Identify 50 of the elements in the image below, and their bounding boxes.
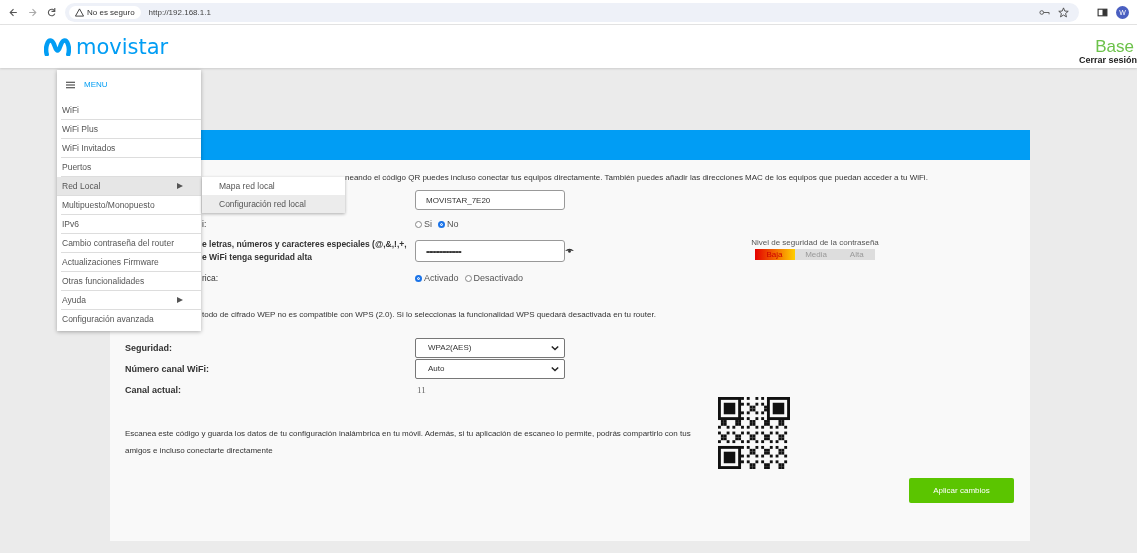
menu-item[interactable]: WiFi Plus: [61, 120, 201, 139]
qr-description: Escanea este código y guarda los datos de tu configuración inalámbrica en tu móvil. Además, si tu aplicación de escaneo lo permite, podrás compartirlo con tus amigos e incluso conectarte directamente: [125, 428, 692, 457]
menu-item[interactable]: Actualizaciones Firmware: [61, 253, 201, 272]
intro-text: neando el código QR puedes incluso conectar tus equipos directamente. También puedes añadir las direcciones MAC de los equipos que puedan acceder a tu WiFi.: [345, 173, 929, 182]
field-label: rica:: [202, 273, 219, 283]
radio-option[interactable]: Activado: [415, 273, 459, 283]
wep-note: todo de cifrado WEP no es compatible con WPS (2.0). Si lo seleccionas la funcionalidad WPS quedará desactivada en tu router.: [202, 310, 657, 319]
network-name-field[interactable]: MOVISTAR_7E20: [415, 190, 565, 210]
qr-code: [718, 397, 790, 469]
star-icon[interactable]: [1058, 6, 1069, 18]
chevron-down-icon[interactable]: [551, 365, 559, 372]
radio-option[interactable]: Si: [415, 219, 432, 229]
dropdown[interactable]: WPA2(AES): [415, 337, 565, 358]
logout-link[interactable]: Cerrar sesión: [1078, 55, 1137, 65]
address-bar[interactable]: No es seguro http://192.168.1.1: [65, 2, 1079, 22]
menu-title: MENU: [84, 80, 108, 89]
menu-item[interactable]: WiFi Invitados: [61, 139, 201, 158]
warning-icon: [75, 7, 84, 17]
field-label: Canal actual:: [125, 384, 183, 395]
chevron-down-icon[interactable]: [551, 344, 559, 351]
reload-icon[interactable]: [46, 6, 57, 18]
plan-label: Base: [1095, 38, 1135, 55]
strength-label: Alta: [849, 249, 864, 260]
radio-option[interactable]: No: [438, 219, 459, 229]
menu-item[interactable]: Cambio contraseña del router: [61, 234, 201, 253]
logo-text: movistar: [76, 34, 169, 59]
menu-item[interactable]: IPv6: [61, 215, 201, 234]
strength-label: Media: [805, 249, 827, 260]
field-label: i:: [202, 219, 207, 229]
menu-item[interactable]: Configuración avanzada: [61, 310, 201, 328]
submenu-item[interactable]: Mapa red local: [202, 177, 345, 195]
menu-item[interactable]: WiFi: [61, 101, 201, 120]
field-label: Seguridad:: [125, 342, 173, 353]
back-icon[interactable]: [8, 6, 19, 18]
menu-item[interactable]: Otras funcionalidades: [61, 272, 201, 291]
eye-icon[interactable]: [565, 248, 574, 254]
logo-icon: [44, 37, 71, 56]
menu-icon[interactable]: [66, 80, 75, 89]
side-panel-icon[interactable]: [1097, 6, 1108, 18]
menu-item[interactable]: Multipuesto/Monopuesto: [61, 196, 201, 215]
dropdown[interactable]: Auto: [415, 358, 565, 379]
field-label: Número canal WiFi:: [125, 363, 210, 374]
menu-item[interactable]: Ayuda: [61, 291, 201, 310]
strength-title: Nivel de seguridad de la contraseña: [751, 238, 879, 247]
field-label: e letras, números y caracteres especiales (@,&,!,+, e WiFi tenga seguridad alta: [202, 239, 407, 262]
url-text: http://192.168.1.1: [148, 7, 211, 17]
radio-option[interactable]: Desactivado: [464, 273, 524, 283]
submenu-item[interactable]: Configuración red local: [202, 195, 345, 213]
security-label[interactable]: No es seguro: [69, 5, 141, 19]
field-value: 11: [416, 384, 427, 395]
